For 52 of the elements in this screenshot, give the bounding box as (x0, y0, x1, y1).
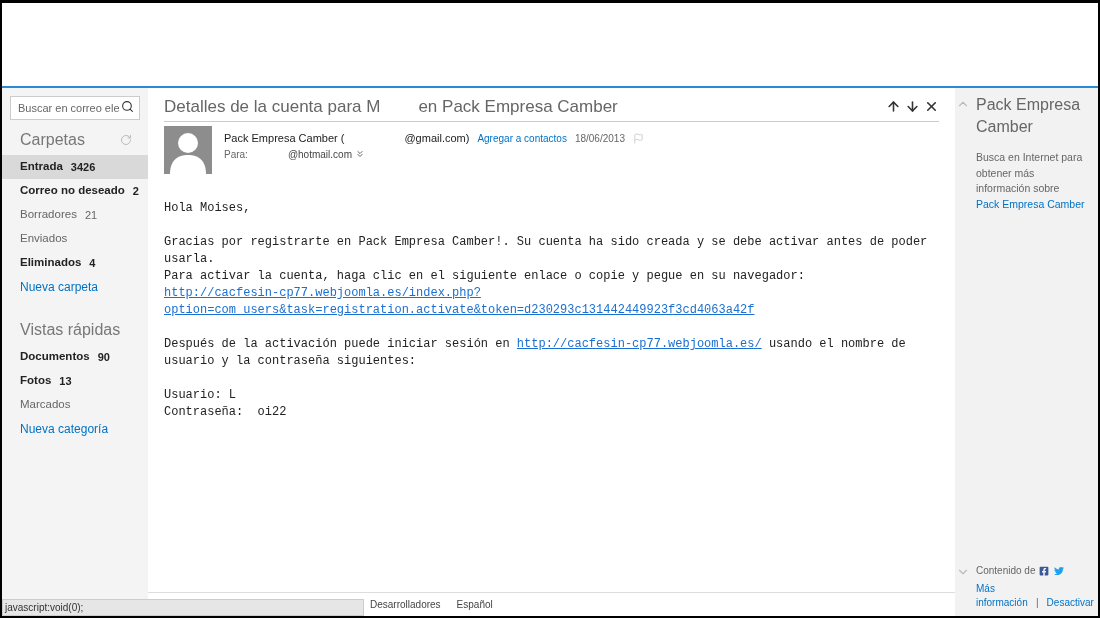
flag-icon[interactable] (632, 132, 644, 144)
add-contact-link[interactable]: Agregar a contactos (477, 130, 567, 146)
section-title: Carpetas (20, 130, 85, 150)
subject: en Pack Empresa Camber (418, 95, 618, 118)
body-text: Gracias por registrarte en Pack Empresa Camber!. Su cuenta ha sido creada y se debe activar antes de poder (164, 234, 928, 251)
arrow-down-icon[interactable] (905, 99, 920, 114)
folder-item[interactable]: Borradores 21 (2, 203, 148, 227)
sender-name: Pack Empresa Camber ( (224, 130, 345, 146)
to-label: Para: (224, 147, 248, 162)
body-text: Hola Moises, (164, 200, 251, 217)
folder-item[interactable]: Marcados (2, 393, 148, 417)
separator: | (1036, 596, 1039, 610)
panel-description: Busca en Internet para obtener más información sobre (976, 150, 1084, 196)
folder-item[interactable]: Correo no deseado 2 (2, 179, 148, 203)
footer-link[interactable]: Español (456, 597, 493, 612)
body-text: usarla. (164, 251, 215, 268)
sender-email: @gmail.com) (404, 130, 470, 146)
body-text: Para activar la cuenta, haga clic en el siguiente enlace o copie y pegue en su navegador: (164, 268, 805, 285)
new-link[interactable]: Nueva categoría (20, 420, 109, 438)
content-label: Contenido de (976, 564, 1036, 578)
new-link[interactable]: Nueva carpeta (20, 278, 99, 296)
section-title: Vistas rápidas (20, 320, 121, 340)
facebook-icon (1038, 565, 1049, 576)
twitter-icon (1053, 565, 1064, 576)
avatar-icon (164, 126, 212, 174)
body-text: Después de la activación puede iniciar sesión en (164, 336, 511, 353)
folder-item[interactable]: Entrada 3426 (2, 155, 148, 179)
disable-link[interactable]: Desactivar (1046, 596, 1094, 610)
body-text: usando el nombre de (767, 336, 906, 353)
link[interactable]: http://cacfesin-cp77.webjoomla.es/ (516, 336, 762, 353)
status-bar: javascript:void(0); (2, 599, 364, 616)
body-text: Usuario: L (164, 387, 236, 404)
panel-title: Pack Empresa Camber (976, 95, 1082, 137)
folder-item[interactable]: Enviados (2, 227, 148, 251)
link[interactable]: http://cacfesin-cp77.webjoomla.es/index.php? (164, 285, 481, 302)
expand-icon[interactable] (354, 149, 365, 159)
message-date: 18/06/2013 (574, 131, 625, 146)
close-icon[interactable] (924, 99, 939, 114)
folder-item[interactable]: Fotos 13 (2, 369, 148, 393)
search-field[interactable]: Buscar en correo ele (10, 96, 140, 120)
folder-item[interactable]: Eliminados 4 (2, 251, 148, 275)
footer-link[interactable]: Desarrolladores (370, 597, 441, 612)
refresh-icon[interactable] (120, 134, 132, 146)
link[interactable]: option=com_users&task=registration.activate&token=d230293c131442449923f3cd4063a42f (164, 302, 755, 319)
more-info-link[interactable]: Más información (976, 582, 1032, 610)
body-text: usuario y la contraseña siguientes: (164, 353, 417, 370)
panel-link[interactable]: Pack Empresa Camber (976, 196, 1094, 212)
subject: Detalles de la cuenta para M (164, 95, 381, 118)
recipient: @hotmail.com (287, 147, 352, 162)
body-text: Contraseña: oi22 (164, 404, 287, 421)
search-icon[interactable] (121, 100, 134, 113)
folder-item[interactable]: Documentos 90 (2, 345, 148, 369)
